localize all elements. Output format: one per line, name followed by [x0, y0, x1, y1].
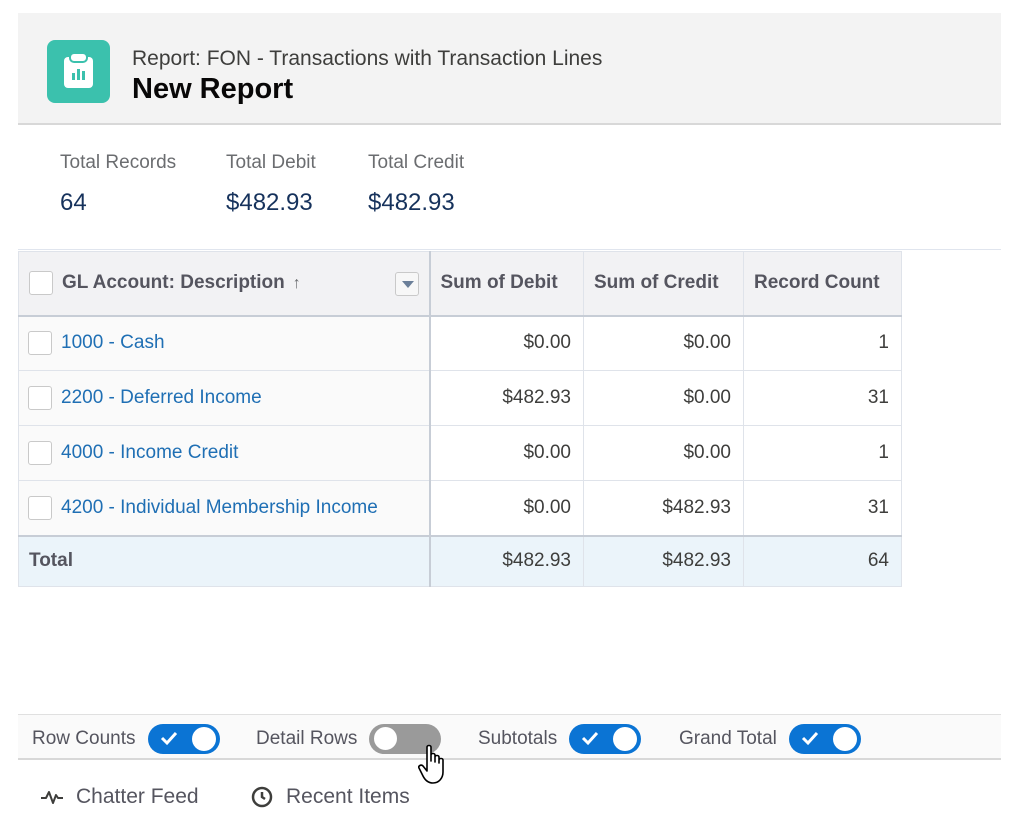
detail-rows-toggle-group: Detail Rows: [256, 724, 442, 754]
grand-total-row: Total $482.93 $482.93 64: [18, 534, 902, 587]
row-checkbox[interactable]: [28, 331, 52, 356]
table-row: 4000 - Income Credit $0.00 $0.00 1: [18, 425, 902, 481]
checkmark-icon: [582, 731, 599, 746]
count-cell: 31: [743, 480, 902, 536]
report-header: Report: FON - Transactions with Transact…: [18, 13, 1001, 125]
column-header-gl-account[interactable]: GL Account: Description ↑: [18, 251, 431, 317]
credit-cell: $0.00: [583, 425, 744, 481]
subtotals-toggle-group: Subtotals: [478, 724, 642, 754]
count-cell: 1: [743, 315, 902, 371]
total-credit-cell: $482.93: [583, 534, 744, 587]
row-counts-toggle[interactable]: [147, 724, 220, 754]
row-label-cell: 2200 - Deferred Income: [18, 370, 431, 426]
chatter-feed-link[interactable]: Chatter Feed: [40, 785, 199, 809]
toggle-knob: [191, 727, 216, 751]
count-cell: 31: [743, 370, 902, 426]
checkmark-icon: [160, 731, 177, 746]
row-checkbox[interactable]: [28, 386, 52, 410]
summary-value: $482.93: [226, 189, 313, 216]
debit-cell: $0.00: [429, 425, 584, 481]
column-header-label: GL Account: Description: [62, 272, 285, 294]
total-count-cell: 64: [743, 534, 902, 587]
account-link[interactable]: 2200 - Deferred Income: [61, 387, 262, 408]
checkmark-icon: [801, 731, 819, 746]
column-menu-dropdown-icon[interactable]: [394, 272, 419, 296]
report-clipboard-icon: [47, 40, 110, 103]
chatter-feed-label: Chatter Feed: [76, 785, 199, 808]
arrow-up-icon: ↑: [292, 275, 301, 293]
summary-label: Total Debit: [226, 152, 316, 173]
column-header-record-count[interactable]: Record Count: [743, 251, 902, 317]
count-cell: 1: [743, 425, 902, 481]
debit-cell: $482.93: [429, 370, 584, 426]
total-debit-cell: $482.93: [429, 534, 584, 587]
debit-cell: $0.00: [429, 315, 584, 371]
grand-total-toggle-group: Grand Total: [679, 724, 861, 754]
toggle-knob: [613, 727, 638, 751]
pulse-icon: [41, 791, 63, 804]
divider: [18, 249, 1001, 250]
summary-total-debit: Total Debit $482.93: [226, 152, 316, 217]
page-title: New Report: [132, 73, 294, 105]
report-type-subtitle: Report: FON - Transactions with Transact…: [132, 47, 603, 70]
toggle-knob: [373, 726, 399, 751]
row-label-cell: 4000 - Income Credit: [18, 425, 431, 481]
row-checkbox[interactable]: [28, 441, 52, 465]
column-header-sum-of-credit[interactable]: Sum of Credit: [583, 251, 744, 317]
hand-pointer-cursor-icon: [418, 744, 450, 791]
table-row: 2200 - Deferred Income $482.93 $0.00 31: [18, 370, 902, 426]
row-counts-toggle-group: Row Counts: [32, 724, 220, 754]
row-label-cell: 1000 - Cash: [18, 315, 431, 371]
credit-cell: $0.00: [583, 315, 744, 371]
summary-label: Total Records: [60, 152, 177, 173]
column-header-sum-of-debit[interactable]: Sum of Debit: [429, 251, 584, 317]
account-link[interactable]: 1000 - Cash: [61, 332, 165, 353]
table-header-row: GL Account: Description ↑ Sum of Debit Su…: [18, 251, 902, 317]
debit-cell: $0.00: [429, 480, 584, 536]
credit-cell: $0.00: [583, 370, 744, 426]
account-link[interactable]: 4200 - Individual Membership Income: [61, 497, 378, 518]
credit-cell: $482.93: [583, 480, 744, 536]
summary-label: Total Credit: [368, 152, 465, 173]
row-checkbox[interactable]: [28, 495, 52, 520]
summary-value: 64: [60, 189, 87, 216]
table-row: 1000 - Cash $0.00 $0.00 1: [18, 315, 902, 371]
subtotals-toggle[interactable]: [569, 724, 642, 754]
toggle-label: Grand Total: [679, 728, 777, 749]
summary-value: $482.93: [368, 189, 455, 216]
toggle-label: Subtotals: [478, 728, 558, 749]
row-label-cell: 4200 - Individual Membership Income: [18, 480, 431, 536]
clock-icon: [251, 786, 273, 808]
toggle-label: Detail Rows: [256, 728, 358, 749]
select-all-checkbox[interactable]: [29, 271, 53, 296]
summary-total-records: Total Records 64: [60, 152, 176, 217]
recent-items-link[interactable]: Recent Items: [250, 785, 410, 809]
recent-items-label: Recent Items: [286, 785, 410, 808]
report-table: GL Account: Description ↑ Sum of Debit Su…: [18, 251, 902, 587]
table-row: 4200 - Individual Membership Income $0.0…: [18, 480, 902, 536]
total-label: Total: [18, 534, 431, 587]
toggle-label: Row Counts: [32, 728, 136, 749]
grand-total-toggle[interactable]: [788, 724, 861, 754]
summary-total-credit: Total Credit $482.93: [368, 152, 464, 217]
report-options-toolbar: Row Counts Detail Rows Subtotals Grand T…: [18, 714, 1001, 760]
toggle-knob: [832, 727, 857, 751]
account-link[interactable]: 4000 - Income Credit: [61, 442, 238, 463]
